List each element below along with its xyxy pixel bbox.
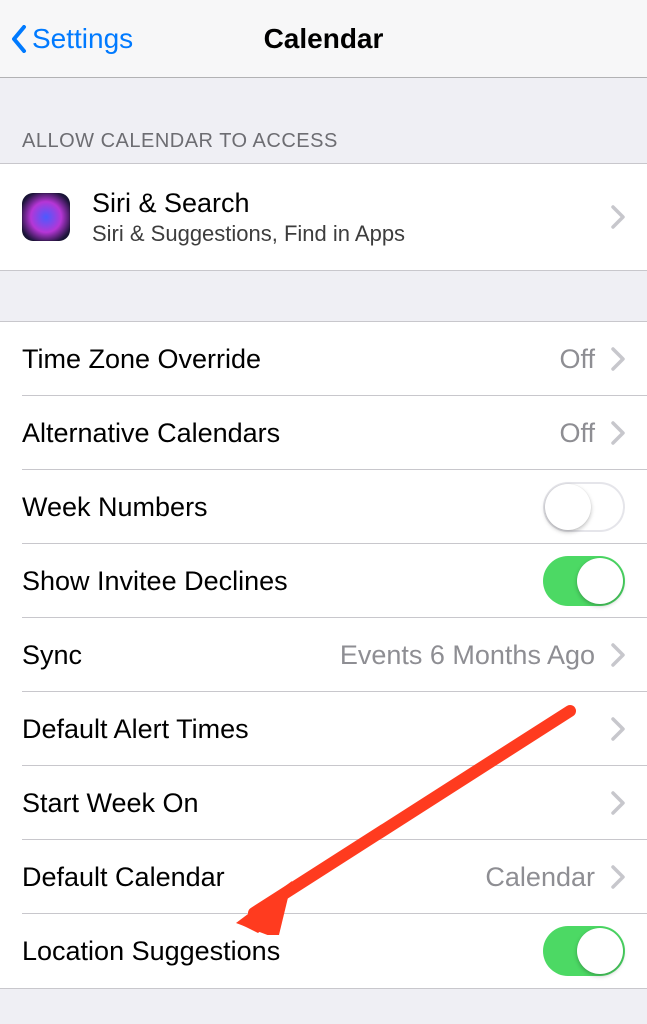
chevron-right-icon	[611, 421, 625, 445]
row-default-alert-times[interactable]: Default Alert Times	[0, 692, 647, 766]
row-siri-search[interactable]: Siri & Search Siri & Suggestions, Find i…	[0, 164, 647, 270]
row-label: Default Calendar	[22, 862, 473, 893]
row-time-zone-override[interactable]: Time Zone Override Off	[0, 322, 647, 396]
chevron-right-icon	[611, 643, 625, 667]
siri-subtitle: Siri & Suggestions, Find in Apps	[92, 221, 595, 247]
chevron-right-icon	[611, 865, 625, 889]
toggle-week-numbers[interactable]	[543, 482, 625, 532]
row-label: Sync	[22, 640, 328, 671]
chevron-right-icon	[611, 347, 625, 371]
row-label: Show Invitee Declines	[22, 566, 531, 597]
row-sync[interactable]: Sync Events 6 Months Ago	[0, 618, 647, 692]
chevron-right-icon	[611, 205, 625, 229]
row-location-suggestions: Location Suggestions	[0, 914, 647, 988]
row-default-calendar[interactable]: Default Calendar Calendar	[0, 840, 647, 914]
row-detail: Events 6 Months Ago	[340, 640, 595, 671]
row-label: Location Suggestions	[22, 936, 531, 967]
siri-title: Siri & Search	[92, 188, 595, 219]
toggle-location-suggestions[interactable]	[543, 926, 625, 976]
back-button[interactable]: Settings	[0, 23, 133, 55]
row-show-invitee-declines: Show Invitee Declines	[0, 544, 647, 618]
section-header-access: ALLOW CALENDAR TO ACCESS	[0, 78, 647, 163]
row-detail: Calendar	[485, 862, 595, 893]
row-label: Time Zone Override	[22, 344, 547, 375]
chevron-right-icon	[611, 791, 625, 815]
back-label: Settings	[32, 23, 133, 55]
row-label: Default Alert Times	[22, 714, 595, 745]
row-detail: Off	[559, 344, 595, 375]
group-spacer	[0, 271, 647, 321]
group-access: Siri & Search Siri & Suggestions, Find i…	[0, 163, 647, 271]
row-label: Alternative Calendars	[22, 418, 547, 449]
group-main: Time Zone Override Off Alternative Calen…	[0, 321, 647, 989]
row-week-numbers: Week Numbers	[0, 470, 647, 544]
toggle-invitee-declines[interactable]	[543, 556, 625, 606]
row-label: Start Week On	[22, 788, 595, 819]
nav-bar: Settings Calendar	[0, 0, 647, 78]
row-alternative-calendars[interactable]: Alternative Calendars Off	[0, 396, 647, 470]
row-start-week-on[interactable]: Start Week On	[0, 766, 647, 840]
siri-labels: Siri & Search Siri & Suggestions, Find i…	[92, 188, 595, 247]
siri-icon	[22, 193, 70, 241]
back-chevron-icon	[10, 25, 28, 53]
row-label: Week Numbers	[22, 492, 531, 523]
row-detail: Off	[559, 418, 595, 449]
chevron-right-icon	[611, 717, 625, 741]
